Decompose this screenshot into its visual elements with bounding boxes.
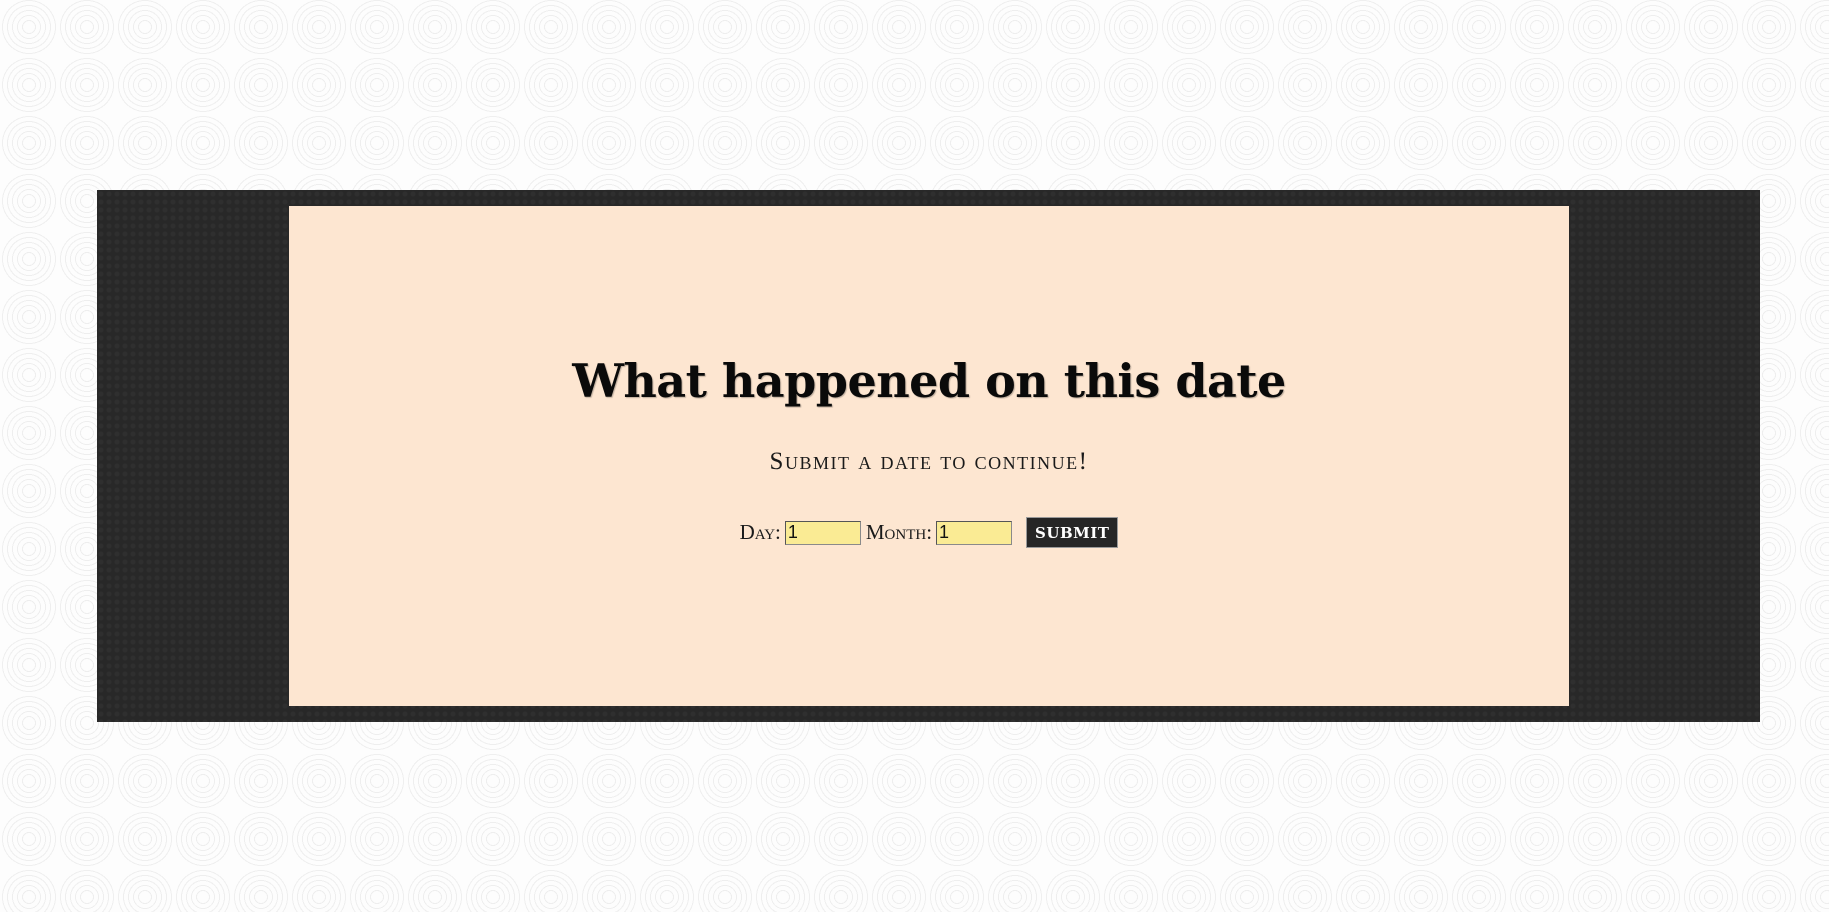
month-input[interactable]	[936, 520, 1013, 545]
content-card: What happened on this date Submit a date…	[289, 206, 1569, 706]
page-subtitle: Submit a date to continue!	[769, 448, 1089, 475]
dark-frame: What happened on this date Submit a date…	[97, 190, 1760, 722]
date-form: Day: Month: SUBMIT	[289, 517, 1569, 548]
submit-button[interactable]: SUBMIT	[1026, 517, 1119, 548]
day-input[interactable]	[784, 520, 861, 545]
page-title: What happened on this date	[572, 354, 1286, 408]
day-label: Day:	[739, 520, 781, 544]
month-label: Month:	[865, 520, 933, 544]
